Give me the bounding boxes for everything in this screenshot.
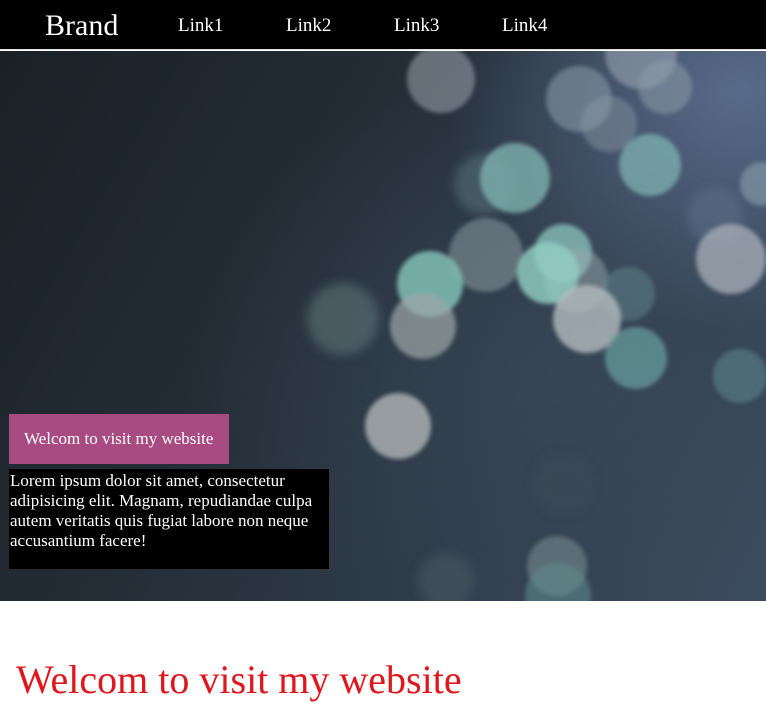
navbar: Brand Link1 Link2 Link3 Link4 — [0, 0, 766, 50]
nav-link-3[interactable]: Link3 — [394, 14, 439, 38]
nav-link-4[interactable]: Link4 — [502, 14, 547, 38]
nav-link-1[interactable]: Link1 — [178, 14, 223, 38]
page-heading: Welcom to visit my website — [16, 657, 462, 702]
nav-link-2[interactable]: Link2 — [286, 14, 331, 38]
brand-link[interactable]: Brand — [45, 8, 118, 44]
hero-banner: Welcom to visit my website Lorem ipsum d… — [0, 51, 766, 601]
welcome-badge: Welcom to visit my website — [9, 414, 229, 464]
hero-description: Lorem ipsum dolor sit amet, consectetur … — [9, 469, 329, 569]
